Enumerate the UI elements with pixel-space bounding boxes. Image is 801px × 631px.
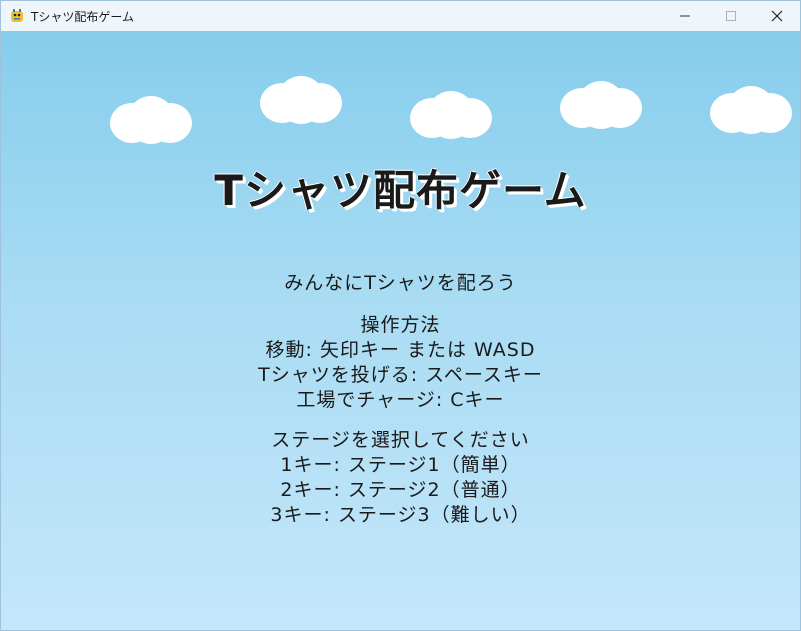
cloud (410, 91, 492, 139)
title-bar[interactable]: Tシャツ配布ゲーム (1, 1, 800, 31)
maximize-button[interactable] (708, 1, 754, 31)
minimize-icon (680, 11, 690, 21)
cloud (260, 76, 342, 124)
stage-select-heading: ステージを選択してください (271, 429, 530, 451)
window-controls (662, 1, 800, 31)
stage-option-3: 3キー: ステージ3（難しい） (270, 504, 531, 526)
close-icon (771, 10, 783, 22)
cloud (710, 86, 792, 134)
stage-option-2: 2キー: ステージ2（普通） (280, 479, 521, 501)
stage-option-1: 1キー: ステージ1（簡単） (280, 454, 521, 476)
maximize-icon (726, 11, 736, 21)
game-title: Tシャツ配布ゲーム (214, 166, 587, 215)
cloud (560, 81, 642, 129)
close-button[interactable] (754, 1, 800, 31)
controls-move: 移動: 矢印キー または WASD (265, 339, 536, 361)
game-window: Tシャツ配布ゲーム Tシャツ配布ゲーム みんなにTシャツを配ろう 操作方法 移動… (0, 0, 801, 631)
window-title: Tシャツ配布ゲーム (31, 9, 134, 24)
controls-heading: 操作方法 (360, 314, 441, 336)
controls-charge: 工場でチャージ: Cキー (296, 389, 505, 411)
controls-throw: Tシャツを投げる: スペースキー (258, 364, 543, 386)
subtitle: みんなにTシャツを配ろう (284, 272, 517, 294)
game-canvas[interactable]: Tシャツ配布ゲーム みんなにTシャツを配ろう 操作方法 移動: 矢印キー または… (1, 31, 800, 630)
cloud (110, 96, 192, 144)
minimize-button[interactable] (662, 1, 708, 31)
pygame-snake-icon (9, 8, 25, 24)
